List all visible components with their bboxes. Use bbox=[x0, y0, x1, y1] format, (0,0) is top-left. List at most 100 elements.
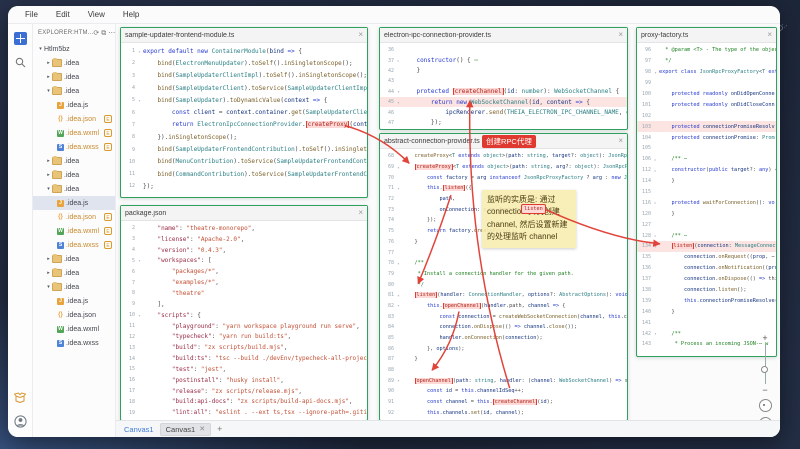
tree-file[interactable]: S .idea.wxss E bbox=[33, 238, 115, 252]
tree-file[interactable]: W .idea.wxml E bbox=[33, 224, 115, 238]
zoom-slider[interactable] bbox=[761, 344, 768, 384]
fold-icon[interactable]: ▾ bbox=[395, 100, 402, 105]
code-line: 136 connection.onNotification((pro bbox=[641, 265, 776, 272]
code-line: 19 "lint:all": "eslint . --ext ts,tsx --… bbox=[128, 409, 367, 417]
code-line: 6 const client = context.container.get(S… bbox=[131, 109, 367, 117]
panel-close-icon[interactable]: × bbox=[358, 209, 363, 217]
code-editor[interactable]: 1 ▾ export default new ContainerModule(bin… bbox=[121, 43, 367, 197]
code-line: 89 ▾ openChannel (path: string, handler: (… bbox=[387, 377, 627, 384]
fold-icon[interactable]: ▸ bbox=[652, 200, 659, 205]
tree-folder[interactable]: ▾ .idea bbox=[33, 182, 115, 196]
tree-folder[interactable]: ▸ .idea bbox=[33, 252, 115, 266]
code-line: 140 } bbox=[641, 308, 675, 315]
tab-close-icon[interactable]: ✕ bbox=[199, 425, 205, 433]
panel-close-icon[interactable]: × bbox=[358, 31, 363, 39]
fold-icon[interactable]: ▾ bbox=[395, 293, 402, 298]
menu-edit[interactable]: Edit bbox=[47, 10, 79, 19]
fold-icon[interactable]: ▾ bbox=[652, 331, 659, 336]
folder-icon bbox=[52, 282, 62, 291]
more-actions-icon[interactable]: ⋯ bbox=[108, 30, 115, 37]
fold-icon[interactable]: ▸ bbox=[652, 233, 659, 238]
code-line: 43 bbox=[387, 78, 394, 85]
tree-file[interactable]: {} .idea.json E bbox=[33, 210, 115, 224]
fold-icon[interactable]: ▾ bbox=[136, 258, 143, 263]
fold-icon[interactable]: ▾ bbox=[395, 378, 402, 383]
panel-titlebar[interactable]: sample-updater-frontend-module.ts × bbox=[121, 28, 367, 43]
tree-folder[interactable]: ▸ .idea bbox=[33, 70, 115, 84]
tree-file[interactable]: {} .idea.json E bbox=[33, 112, 115, 126]
explorer-view-icon[interactable] bbox=[12, 30, 28, 46]
tree-file[interactable]: S .idea.wxss E bbox=[33, 140, 115, 154]
tree-folder[interactable]: ▸ .idea bbox=[33, 56, 115, 70]
tree-file[interactable]: J .idea.js bbox=[33, 294, 115, 308]
fold-icon[interactable]: ▾ bbox=[652, 70, 659, 75]
code-editor[interactable]: 36 37 ▸ constructor() { ⋯ 42 } 43 44 ▾ protect… bbox=[380, 43, 627, 129]
code-line: 81 ▾ listen (handler: ConnectionHandler, o… bbox=[387, 292, 627, 299]
tree-file[interactable]: W .idea.wxml E bbox=[33, 126, 115, 140]
code-line: 5 ▾ bind(SampleUpdater).toDynamicValue(co… bbox=[131, 96, 328, 104]
zoom-reset-button[interactable] bbox=[758, 417, 772, 420]
fold-icon[interactable]: ▾ bbox=[395, 165, 402, 170]
fold-icon[interactable]: ▸ bbox=[652, 157, 659, 162]
fold-icon[interactable]: ▸ bbox=[395, 58, 402, 63]
file-icon-wxss: S bbox=[57, 339, 64, 347]
tree-folder[interactable]: ▸ .idea bbox=[33, 154, 115, 168]
tree-file[interactable]: W .idea.wxml bbox=[33, 322, 115, 336]
panel-close-icon[interactable]: × bbox=[767, 31, 772, 39]
panel-titlebar[interactable]: package.json × bbox=[121, 206, 367, 221]
code-line: 68 createProxy<T extends object>(path: s… bbox=[387, 153, 627, 160]
tree-root[interactable]: ▾ Htlm5bz bbox=[33, 42, 115, 56]
fold-icon[interactable]: ▾ bbox=[136, 49, 143, 54]
app-window: File Edit View Help EXPLORER:HTM... ⟳ ⧉ … bbox=[8, 6, 780, 437]
tree-folder[interactable]: ▾ .idea bbox=[33, 280, 115, 294]
fold-icon[interactable]: ▾ bbox=[395, 303, 402, 308]
code-line: 128 ▸ /** ⋯ bbox=[641, 232, 688, 239]
account-icon[interactable] bbox=[12, 413, 28, 429]
fold-icon[interactable]: ▾ bbox=[136, 313, 143, 318]
code-line: 99 bbox=[644, 80, 651, 87]
code-line: 87 } bbox=[387, 356, 418, 363]
panel-close-icon[interactable]: × bbox=[618, 31, 623, 39]
fold-icon[interactable]: ▸ bbox=[652, 168, 659, 173]
fold-icon[interactable]: ▾ bbox=[395, 186, 402, 191]
zoom-out-button[interactable]: − bbox=[762, 386, 767, 395]
zoom-slider-handle[interactable] bbox=[761, 366, 768, 373]
tree-folder[interactable]: ▸ .idea bbox=[33, 168, 115, 182]
file-icon-js: J bbox=[57, 297, 64, 305]
code-line: 1 ▾ export default new ContainerModule(bin… bbox=[131, 47, 302, 55]
fold-icon[interactable]: ▾ bbox=[652, 244, 659, 249]
fold-icon[interactable]: ▾ bbox=[395, 261, 402, 266]
code-line: 105 bbox=[641, 145, 651, 152]
code-line: 91 const channel = this. createChannel (id… bbox=[387, 399, 553, 406]
menu-help[interactable]: Help bbox=[114, 10, 148, 19]
code-editor[interactable]: 2 "name": "theatre-monorepo", 3 "license"… bbox=[121, 221, 367, 420]
package-box-icon[interactable] bbox=[12, 389, 28, 405]
panel-titlebar[interactable]: proxy-factory.ts × bbox=[637, 28, 776, 43]
zoom-in-button[interactable]: + bbox=[762, 334, 767, 343]
code-line: 79 * Install a connection handler for th… bbox=[387, 270, 574, 277]
tree-file[interactable]: {} .idea.json bbox=[33, 308, 115, 322]
tree-file[interactable]: J .idea.js bbox=[33, 98, 115, 112]
collapse-all-icon[interactable]: ⧉ bbox=[101, 30, 106, 37]
search-icon[interactable] bbox=[12, 54, 28, 70]
code-line: 17 "release": "zx scripts/release.mjs", bbox=[128, 387, 302, 395]
fold-icon[interactable]: ▾ bbox=[136, 98, 143, 103]
canvas-breadcrumb[interactable]: Canvas1 bbox=[124, 425, 154, 434]
tree-file[interactable]: J .idea.js bbox=[33, 196, 115, 210]
tree-folder[interactable]: ▸ .idea bbox=[33, 266, 115, 280]
new-canvas-button[interactable]: + bbox=[217, 424, 222, 434]
menu-file[interactable]: File bbox=[16, 10, 47, 19]
code-editor[interactable]: 96 * @param <T> - The type of the object… bbox=[637, 43, 776, 356]
fold-icon[interactable]: ▾ bbox=[395, 89, 402, 94]
panel-titlebar[interactable]: electron-ipc-connection-provider.ts × bbox=[380, 28, 627, 43]
canvas-viewport[interactable]: 监听的实质是: 通过 connection 实例创建 channel, 然后设置… bbox=[116, 24, 780, 420]
tree-folder[interactable]: ▾ .idea bbox=[33, 84, 115, 98]
refresh-icon[interactable]: ⟳ bbox=[93, 30, 99, 37]
menu-view[interactable]: View bbox=[79, 10, 114, 19]
tree-file[interactable]: S .idea.wxss bbox=[33, 336, 115, 350]
canvas-tab-active[interactable]: Canvas1 ✕ bbox=[159, 422, 212, 436]
sticky-note[interactable]: 监听的实质是: 通过 connection 实例创建 channel, 然后设置… bbox=[482, 190, 576, 248]
zoom-fit-button[interactable] bbox=[758, 399, 772, 412]
code-line: 101 protected readonly onDidCloseConn bbox=[641, 101, 775, 108]
panel-close-icon[interactable]: × bbox=[618, 137, 623, 145]
